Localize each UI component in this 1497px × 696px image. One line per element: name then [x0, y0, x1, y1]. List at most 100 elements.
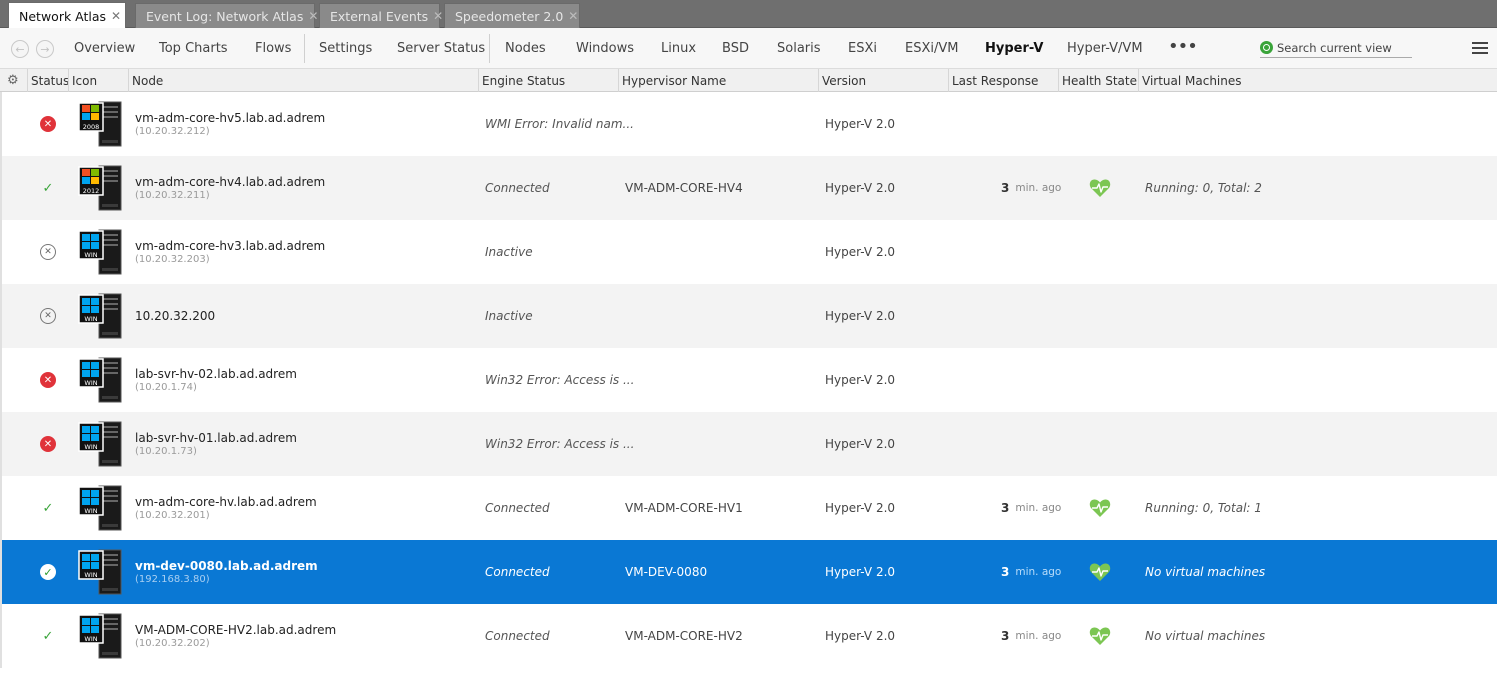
node-ip: (10.20.1.73)	[135, 446, 197, 457]
last-response-unit: min. ago	[1015, 630, 1062, 642]
close-icon[interactable]: ✕	[433, 9, 443, 23]
col-virtual-machines[interactable]: Virtual Machines	[1138, 69, 1497, 92]
tab-external-events[interactable]: External Events ✕	[319, 3, 443, 28]
close-icon[interactable]: ✕	[568, 9, 578, 23]
nav-solaris[interactable]: Solaris	[777, 28, 821, 69]
hypervisor-name: VM-ADM-CORE-HV2	[625, 629, 743, 643]
node-cell: lab-svr-hv-01.lab.ad.adrem (10.20.1.73)	[135, 412, 297, 476]
os-version-label: 2008	[83, 123, 100, 131]
node-name: vm-adm-core-hv4.lab.ad.adrem	[135, 175, 326, 189]
version: Hyper-V 2.0	[825, 309, 896, 323]
error-status-icon: ✕	[40, 372, 56, 388]
col-hypervisor-name[interactable]: Hypervisor Name	[618, 69, 818, 92]
version: Hyper-V 2.0	[825, 437, 896, 451]
table-row[interactable]: ✓ 2012 vm-adm-core-hv4.lab.ad.adrem (10.20.…	[0, 156, 1497, 220]
nav-bsd[interactable]: BSD	[722, 28, 749, 69]
tab-speedometer[interactable]: Speedometer 2.0 ✕	[444, 3, 580, 28]
engine-status: Win32 Error: Access is ...	[485, 437, 635, 451]
last-response: 3 min. ago	[1001, 540, 1061, 604]
hamburger-menu-icon[interactable]	[1472, 42, 1488, 54]
version: Hyper-V 2.0	[825, 245, 896, 259]
table-row[interactable]: ✓ WIN VM-ADM-CORE-HV2.lab.ad.adrem (10.20.3…	[0, 604, 1497, 668]
gear-icon[interactable]: ⚙	[7, 74, 20, 87]
ok-status-icon: ✓	[42, 628, 54, 644]
nav-nodes[interactable]: Nodes	[505, 28, 546, 69]
nav-hyper-v[interactable]: Hyper-V	[985, 28, 1043, 69]
ok-status-icon: ✓	[42, 500, 54, 516]
tab-network-atlas[interactable]: Network Atlas ✕	[8, 2, 126, 29]
col-icon[interactable]: Icon	[68, 69, 128, 92]
tab-label: External Events	[330, 8, 429, 24]
view-toolbar: ← → Overview Top Charts Flows Settings S…	[0, 28, 1497, 69]
version: Hyper-V 2.0	[825, 117, 896, 131]
node-cell: vm-adm-core-hv4.lab.ad.adrem (10.20.32.21…	[135, 156, 325, 220]
node-cell: VM-ADM-CORE-HV2.lab.ad.adrem (10.20.32.20…	[135, 604, 336, 668]
last-response: 3 min. ago	[1001, 156, 1061, 220]
heart-icon	[1089, 563, 1111, 581]
node-cell: vm-dev-0080.lab.ad.adrem (192.168.3.80)	[135, 540, 318, 604]
nav-settings[interactable]: Settings	[319, 28, 372, 69]
table-row[interactable]: ✕ WIN lab-svr-hv-02.lab.ad.adrem (10.20.1.7…	[0, 348, 1497, 412]
virtual-machines: Running: 0, Total: 2	[1145, 181, 1262, 195]
windows-server-icon: WIN	[78, 549, 122, 595]
os-version-label: 2012	[83, 187, 100, 195]
engine-status: Connected	[485, 181, 550, 195]
os-version-label: WIN	[84, 379, 97, 387]
search-box[interactable]	[1260, 38, 1412, 58]
os-version-label: WIN	[84, 571, 97, 579]
version: Hyper-V 2.0	[825, 373, 896, 387]
nav-divider	[489, 34, 490, 63]
last-response-value: 3	[1001, 629, 1010, 643]
table-row[interactable]: ✕ WIN 10.20.32.200 Inactive Hyper-V 2.0	[0, 284, 1497, 348]
os-version-label: WIN	[84, 635, 97, 643]
col-version[interactable]: Version	[818, 69, 948, 92]
windows-server-icon: WIN	[78, 613, 122, 659]
inactive-status-icon: ✕	[40, 308, 56, 324]
node-name: lab-svr-hv-01.lab.ad.adrem	[135, 431, 297, 445]
col-health-state[interactable]: Health State	[1058, 69, 1138, 92]
col-last-response[interactable]: Last Response	[948, 69, 1058, 92]
node-ip: (10.20.1.74)	[135, 382, 197, 393]
nav-hyper-v-vm[interactable]: Hyper-V/VM	[1067, 28, 1143, 69]
more-options-icon[interactable]: •••	[1168, 36, 1198, 57]
engine-status: Connected	[485, 501, 550, 515]
nav-top-charts[interactable]: Top Charts	[159, 28, 228, 69]
heart-icon	[1089, 179, 1111, 197]
forward-arrow-icon[interactable]: →	[36, 40, 54, 58]
windows-server-icon: WIN	[78, 293, 122, 339]
table-row[interactable]: ✓ WIN vm-adm-core-hv.lab.ad.adrem (10.20.32…	[0, 476, 1497, 540]
tab-event-log[interactable]: Event Log: Network Atlas ✕	[135, 3, 318, 28]
col-node[interactable]: Node	[128, 69, 478, 92]
nav-flows[interactable]: Flows	[255, 28, 291, 69]
close-icon[interactable]: ✕	[308, 9, 318, 23]
nav-server-status[interactable]: Server Status	[397, 28, 485, 69]
hypervisor-name: VM-ADM-CORE-HV4	[625, 181, 743, 195]
ok-status-icon: ✓	[40, 564, 56, 580]
nav-windows[interactable]: Windows	[576, 28, 634, 69]
error-status-icon: ✕	[40, 436, 56, 452]
nav-esxi[interactable]: ESXi	[848, 28, 877, 69]
last-response-value: 3	[1001, 501, 1010, 515]
back-arrow-icon[interactable]: ←	[11, 40, 29, 58]
node-ip: (10.20.32.203)	[135, 254, 210, 265]
node-cell: vm-adm-core-hv3.lab.ad.adrem (10.20.32.20…	[135, 220, 325, 284]
table-row[interactable]: ✕ WIN lab-svr-hv-01.lab.ad.adrem (10.20.1.7…	[0, 412, 1497, 476]
nav-linux[interactable]: Linux	[661, 28, 696, 69]
node-ip: (10.20.32.202)	[135, 638, 210, 649]
nav-esxi-vm[interactable]: ESXi/VM	[905, 28, 958, 69]
hypervisor-name: VM-ADM-CORE-HV1	[625, 501, 743, 515]
close-icon[interactable]: ✕	[111, 9, 121, 23]
windows-server-icon: 2012	[78, 165, 122, 211]
table-row[interactable]: ✕ WIN vm-adm-core-hv3.lab.ad.adrem (10.20.3…	[0, 220, 1497, 284]
node-ip: (10.20.32.211)	[135, 190, 210, 201]
table-row[interactable]: ✕ 2008 vm-adm-core-hv5.lab.ad.adrem (10.20.…	[0, 92, 1497, 156]
table-row[interactable]: ✓ WIN vm-dev-0080.lab.ad.adrem (192.168.3.8…	[0, 540, 1497, 604]
nav-overview[interactable]: Overview	[74, 28, 135, 69]
engine-status: Inactive	[485, 309, 533, 323]
search-input[interactable]	[1277, 40, 1407, 55]
col-status[interactable]: Status	[27, 69, 69, 92]
col-engine-status[interactable]: Engine Status	[478, 69, 618, 92]
engine-status: WMI Error: Invalid nam...	[485, 117, 634, 131]
node-name: vm-adm-core-hv3.lab.ad.adrem	[135, 239, 326, 253]
windows-server-icon: WIN	[78, 421, 122, 467]
